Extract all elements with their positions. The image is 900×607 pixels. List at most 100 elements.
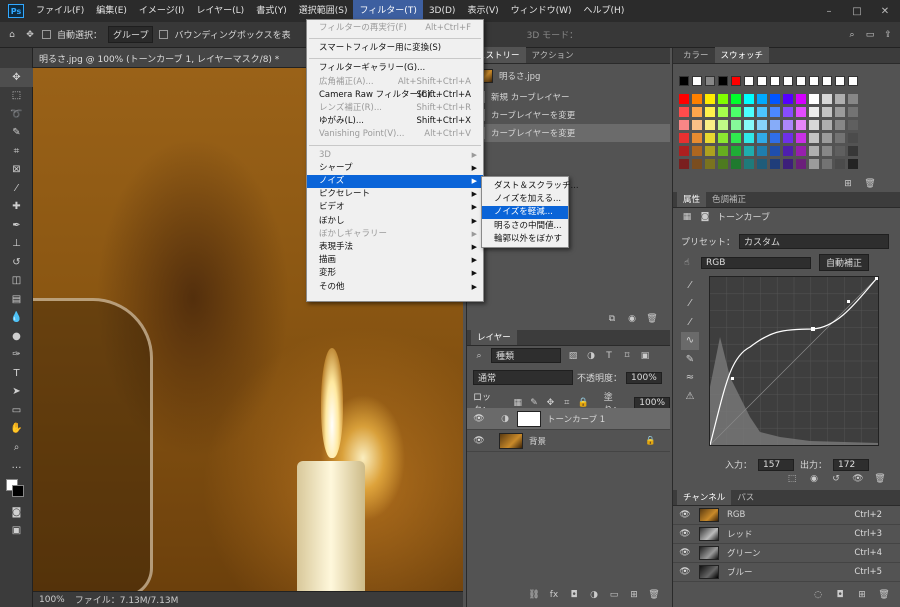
- rectangle-icon[interactable]: ▭: [0, 401, 33, 420]
- swatch[interactable]: [692, 133, 702, 143]
- layer-filter-dropdown[interactable]: 種類: [491, 348, 561, 363]
- swatch[interactable]: [809, 159, 819, 169]
- swatch[interactable]: [731, 107, 741, 117]
- noise-menu-item[interactable]: ダスト＆スクラッチ...: [482, 180, 579, 193]
- swatch[interactable]: [835, 107, 845, 117]
- brush-icon[interactable]: ✒: [0, 216, 33, 235]
- swatch[interactable]: [679, 94, 689, 104]
- swatch[interactable]: [835, 159, 845, 169]
- swatch[interactable]: [822, 146, 832, 156]
- swatch[interactable]: [692, 94, 702, 104]
- output-field[interactable]: 172: [833, 458, 870, 471]
- mask-icon[interactable]: ◙: [699, 211, 711, 223]
- swatch[interactable]: [796, 146, 806, 156]
- swatch[interactable]: [718, 120, 728, 130]
- input-field[interactable]: 157: [758, 458, 795, 471]
- swatch[interactable]: [757, 133, 767, 143]
- swatch[interactable]: [757, 120, 767, 130]
- tab-layers[interactable]: レイヤー: [471, 329, 517, 345]
- swatch[interactable]: [679, 76, 689, 86]
- tab-properties[interactable]: 属性: [677, 191, 707, 207]
- link-icon[interactable]: ⛓: [528, 589, 540, 601]
- filter-menu-item[interactable]: シャープ ▶: [307, 162, 483, 175]
- swatch[interactable]: [835, 133, 845, 143]
- swatch[interactable]: [796, 120, 806, 130]
- pen-icon[interactable]: ✑: [0, 346, 33, 365]
- hand-icon[interactable]: ✋: [0, 420, 33, 439]
- swatch[interactable]: [692, 159, 702, 169]
- swatch[interactable]: [757, 76, 767, 86]
- healing-icon[interactable]: ✚: [0, 198, 33, 217]
- tab-actions[interactable]: アクション: [526, 47, 580, 63]
- search-icon[interactable]: ⌕: [846, 29, 858, 41]
- swatch[interactable]: [705, 133, 715, 143]
- eyedropper-gray-icon[interactable]: ⁄: [681, 295, 699, 314]
- menu-help[interactable]: ヘルプ(H): [578, 0, 631, 22]
- move-tool-icon[interactable]: ✥: [24, 29, 36, 41]
- swatch[interactable]: [835, 94, 845, 104]
- save-selection-icon[interactable]: ◘: [834, 589, 846, 601]
- blend-mode-dropdown[interactable]: 通常: [473, 370, 573, 385]
- auto-button[interactable]: 自動補正: [819, 254, 870, 271]
- swatch[interactable]: [770, 159, 780, 169]
- swatch[interactable]: [783, 146, 793, 156]
- trash-icon[interactable]: 🗑: [874, 473, 886, 485]
- channel-row-rgb[interactable]: 👁 RGB Ctrl+2: [673, 506, 900, 525]
- swatch[interactable]: [679, 133, 689, 143]
- noise-menu-item[interactable]: 輪郭以外をぼかす: [482, 233, 568, 246]
- tab-color[interactable]: カラー: [677, 47, 715, 63]
- frame-icon[interactable]: ⊠: [0, 161, 33, 180]
- preset-dropdown[interactable]: カスタム: [739, 234, 890, 249]
- swatch[interactable]: [796, 133, 806, 143]
- fx-icon[interactable]: fx: [548, 589, 560, 601]
- gradient-icon[interactable]: ▤: [0, 290, 33, 309]
- group-icon[interactable]: ▭: [608, 589, 620, 601]
- filter-menu-item[interactable]: 描画 ▶: [307, 254, 483, 267]
- crop-icon[interactable]: ⌗: [0, 142, 33, 161]
- menu-window[interactable]: ウィンドウ(W): [505, 0, 578, 22]
- filter-menu-item[interactable]: 変形 ▶: [307, 267, 483, 280]
- new-adjustment-icon[interactable]: ◑: [588, 589, 600, 601]
- swatch[interactable]: [744, 120, 754, 130]
- swatch[interactable]: [731, 159, 741, 169]
- filter-menu-item[interactable]: その他 ▶: [307, 281, 483, 294]
- swatch[interactable]: [679, 107, 689, 117]
- swatch[interactable]: [731, 120, 741, 130]
- swatch[interactable]: [848, 107, 858, 117]
- swatch[interactable]: [679, 146, 689, 156]
- swatch[interactable]: [848, 133, 858, 143]
- new-document-icon[interactable]: ⧉: [606, 313, 618, 325]
- swatch[interactable]: [718, 146, 728, 156]
- swatch[interactable]: [770, 107, 780, 117]
- swatch[interactable]: [822, 107, 832, 117]
- pencil-icon[interactable]: ✎: [681, 350, 699, 369]
- swatch[interactable]: [744, 146, 754, 156]
- swatch[interactable]: [822, 120, 832, 130]
- channel-row-red[interactable]: 👁 レッド Ctrl+3: [673, 525, 900, 544]
- swatch[interactable]: [718, 94, 728, 104]
- channel-row-green[interactable]: 👁 グリーン Ctrl+4: [673, 544, 900, 563]
- smooth-icon[interactable]: ≈: [681, 369, 699, 388]
- layer-row-background[interactable]: 👁 背景 🔒: [467, 430, 670, 452]
- eyedropper-white-icon[interactable]: ⁄: [681, 313, 699, 332]
- swatch[interactable]: [757, 107, 767, 117]
- auto-select-dropdown[interactable]: グループ: [108, 26, 154, 43]
- minimize-icon[interactable]: –: [822, 4, 836, 18]
- swatch[interactable]: [744, 159, 754, 169]
- trash-icon[interactable]: 🗑: [864, 178, 876, 190]
- history-item-selected[interactable]: カーブレイヤーを変更: [467, 124, 670, 142]
- layer-name[interactable]: 背景: [529, 435, 546, 447]
- swatch[interactable]: [848, 159, 858, 169]
- swatch[interactable]: [744, 133, 754, 143]
- swatch[interactable]: [692, 76, 702, 86]
- swatch[interactable]: [783, 76, 793, 86]
- history-item[interactable]: カーブレイヤーを変更: [467, 106, 670, 124]
- swatch[interactable]: [757, 94, 767, 104]
- visibility-eye-icon[interactable]: 👁: [473, 436, 485, 446]
- quick-select-icon[interactable]: ✎: [0, 124, 33, 143]
- filter-shape-icon[interactable]: ⌑: [621, 350, 633, 362]
- blur-icon[interactable]: 💧: [0, 309, 33, 328]
- swatch[interactable]: [822, 133, 832, 143]
- bbox-checkbox[interactable]: [159, 30, 169, 39]
- swatch[interactable]: [744, 94, 754, 104]
